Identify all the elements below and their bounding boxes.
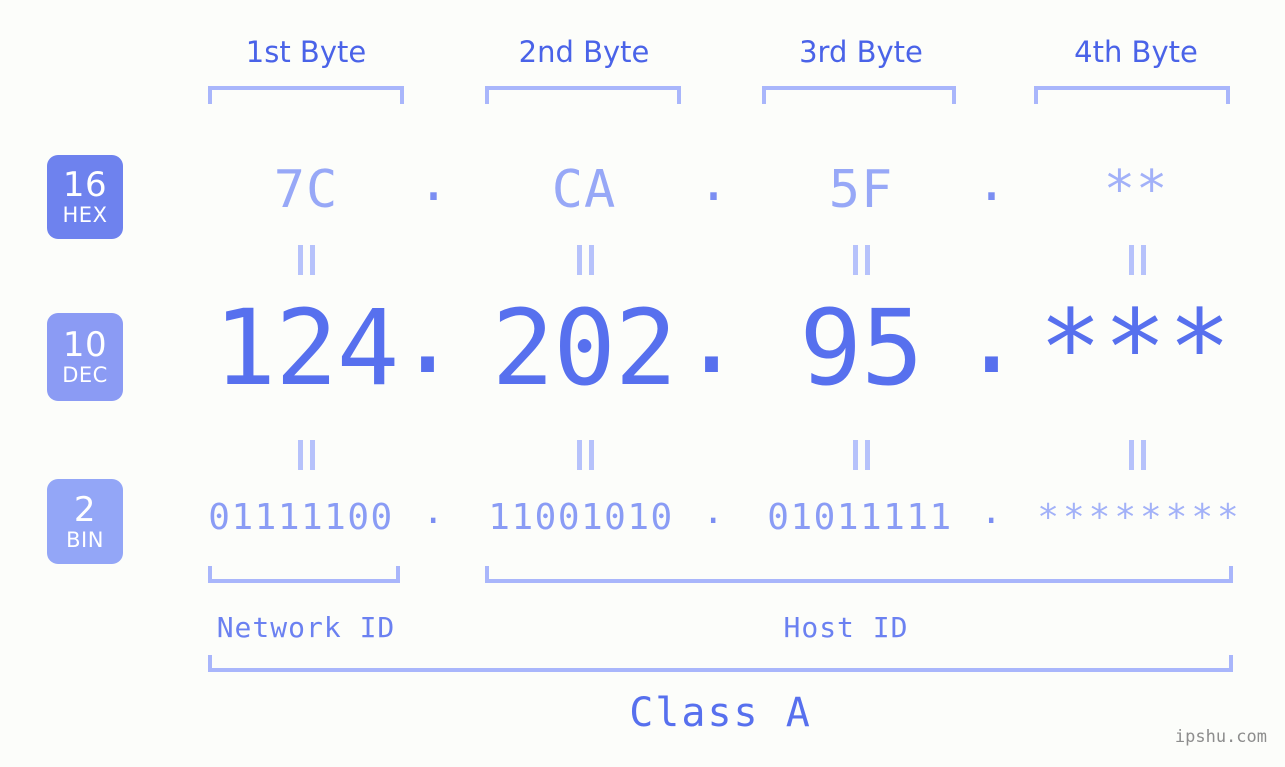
dec-separator-2: . [680, 275, 743, 397]
byte-bracket-4 [1034, 86, 1230, 104]
equals-icon-dec-bin-1 [291, 435, 321, 475]
base-badge-dec-name: DEC [62, 363, 108, 387]
hex-value-byte-3: 5F [828, 160, 894, 220]
dec-separator-3: . [960, 275, 1023, 397]
class-label: Class A [629, 690, 812, 736]
equals-icon-hex-dec-1 [291, 240, 321, 280]
byte-bracket-2 [485, 86, 681, 104]
bin-value-byte-2: 11001010 [488, 497, 674, 538]
bin-value-byte-1: 01111100 [208, 497, 394, 538]
class-bracket [208, 655, 1233, 672]
hex-value-byte-1: 7C [273, 160, 339, 220]
base-badge-bin-name: BIN [66, 527, 104, 552]
byte-bracket-1 [208, 86, 404, 104]
dec-value-byte-1: 124 [213, 287, 400, 409]
byte-header-1: 1st Byte [245, 35, 367, 69]
bin-separator-2: . [702, 491, 726, 532]
bin-separator-1: . [422, 491, 446, 532]
base-badge-dec: 10 DEC [47, 313, 123, 401]
byte-header-3: 3rd Byte [799, 35, 923, 69]
hex-value-byte-2: CA [551, 160, 617, 220]
equals-icon-hex-dec-3 [846, 240, 876, 280]
equals-icon-dec-bin-2 [570, 435, 600, 475]
hex-separator-2: . [697, 153, 731, 213]
dec-value-byte-2: 202 [491, 287, 678, 409]
base-badge-bin-radix: 2 [73, 489, 97, 530]
byte-header-4: 4th Byte [1074, 35, 1198, 69]
base-badge-hex: 16 HEX [47, 155, 123, 239]
bin-value-byte-3: 01011111 [767, 497, 953, 538]
base-badge-hex-radix: 16 [62, 165, 108, 205]
hex-separator-3: . [975, 153, 1009, 213]
base-badge-hex-name: HEX [62, 203, 108, 227]
hex-separator-1: . [417, 153, 451, 213]
byte-bracket-3 [762, 86, 956, 104]
base-badge-dec-radix: 10 [62, 325, 108, 365]
dec-value-byte-3: 95 [799, 287, 923, 409]
equals-icon-hex-dec-4 [1122, 240, 1152, 280]
host-id-label: Host ID [783, 611, 909, 644]
watermark: ipshu.com [1174, 727, 1267, 747]
host-id-bracket [485, 566, 1233, 583]
equals-icon-dec-bin-4 [1122, 435, 1152, 475]
network-id-label: Network ID [216, 611, 396, 644]
byte-header-2: 2nd Byte [518, 35, 650, 69]
network-id-bracket [208, 566, 400, 583]
bin-separator-3: . [980, 491, 1004, 532]
dec-separator-1: . [396, 275, 459, 397]
equals-icon-dec-bin-3 [846, 435, 876, 475]
dec-value-byte-4: *** [1039, 287, 1233, 409]
ip-address-breakdown-diagram: 1st Byte 2nd Byte 3rd Byte 4th Byte 16 H… [0, 0, 1285, 767]
equals-icon-hex-dec-2 [570, 240, 600, 280]
hex-value-byte-4: ** [1103, 160, 1169, 220]
base-badge-bin: 2 BIN [47, 479, 123, 564]
bin-value-byte-4: ******** [1037, 497, 1243, 538]
